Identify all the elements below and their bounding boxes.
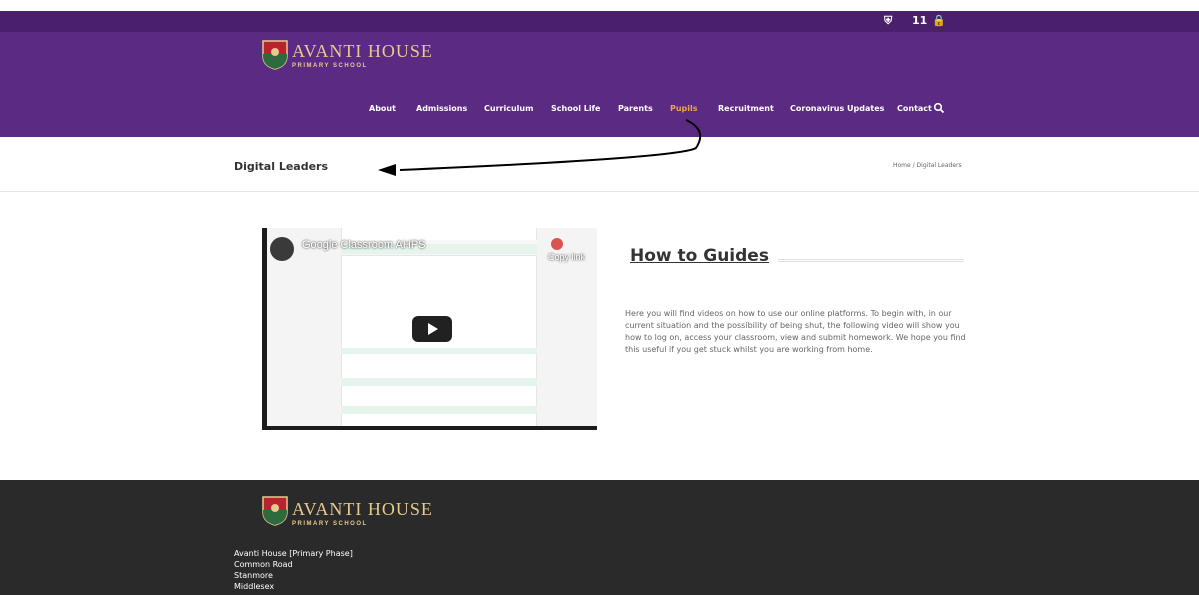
shield-icon[interactable]: ⛨ bbox=[884, 14, 892, 28]
footer-brand-subtitle: PRIMARY SCHOOL bbox=[292, 521, 368, 527]
site-header bbox=[0, 32, 1199, 137]
nav-school-life[interactable]: School Life bbox=[551, 104, 600, 113]
address-line: Stanmore bbox=[234, 571, 273, 580]
footer-crest-icon bbox=[262, 496, 288, 526]
nav-admissions[interactable]: Admissions bbox=[416, 104, 467, 113]
weather-readout: 11 bbox=[912, 14, 928, 27]
nav-contact[interactable]: Contact bbox=[897, 104, 932, 113]
breadcrumb[interactable]: Home / Digital Leaders bbox=[893, 162, 962, 169]
brand-title[interactable]: AVANTI HOUSE bbox=[292, 41, 433, 62]
copy-link-button[interactable]: Copy link bbox=[548, 252, 585, 262]
nav-recruitment[interactable]: Recruitment bbox=[718, 104, 774, 113]
lock-icon[interactable]: 🔒 bbox=[932, 14, 946, 27]
nav-about[interactable]: About bbox=[369, 104, 396, 113]
site-footer bbox=[0, 480, 1199, 595]
footer-brand-title: AVANTI HOUSE bbox=[292, 499, 433, 519]
brand-subtitle: PRIMARY SCHOOL bbox=[292, 63, 368, 69]
address-line: Middlesex bbox=[234, 582, 275, 591]
play-button[interactable] bbox=[412, 316, 452, 342]
school-crest-icon[interactable] bbox=[262, 40, 288, 70]
page-title: Digital Leaders bbox=[234, 160, 329, 173]
section-body: Here you will find videos on how to use … bbox=[625, 309, 966, 354]
nav-parents[interactable]: Parents bbox=[618, 104, 653, 113]
nav-coronavirus-updates[interactable]: Coronavirus Updates bbox=[790, 104, 884, 113]
section-title: How to Guides bbox=[630, 246, 769, 266]
nav-pupils[interactable]: Pupils bbox=[670, 104, 698, 113]
utility-bar: ⛨ 11 🔒 bbox=[0, 11, 1199, 32]
footer-address: Avanti House [Primary Phase] Common Road… bbox=[234, 548, 353, 592]
search-icon[interactable] bbox=[933, 102, 945, 114]
nav-curriculum[interactable]: Curriculum bbox=[484, 104, 533, 113]
divider bbox=[0, 191, 1199, 192]
address-line: Common Road bbox=[234, 560, 293, 569]
title-rule bbox=[778, 259, 964, 262]
address-line: Avanti House [Primary Phase] bbox=[234, 549, 353, 558]
video-title[interactable]: Google Classroom AHPS bbox=[302, 239, 426, 251]
main-nav: About Admissions Curriculum School Life … bbox=[0, 104, 1199, 118]
